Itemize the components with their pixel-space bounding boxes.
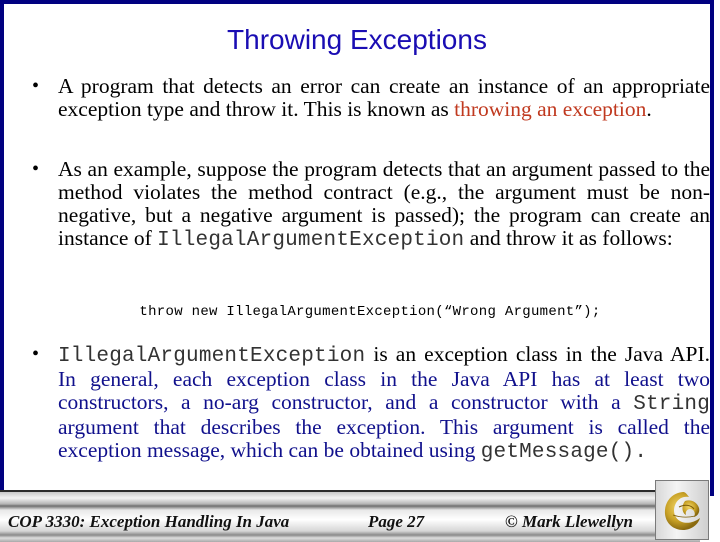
logo-box (655, 480, 709, 540)
bullet-example: • As an example, suppose the program det… (32, 158, 710, 253)
bullet-dot: • (32, 158, 40, 180)
footer-author: © Mark Llewellyn (505, 512, 633, 531)
slide-title: Throwing Exceptions (227, 24, 487, 55)
code-get-message: getMessage(). (480, 441, 648, 464)
code-class-name: IllegalArgumentException (157, 229, 465, 252)
bullet-dot: • (32, 75, 40, 97)
footer-page-number: Page 27 (368, 512, 425, 531)
term-throwing-an-exception: throwing an exception (454, 97, 647, 121)
ucf-pegasus-logo-icon (664, 492, 700, 530)
bullet-throwing-definition: • A program that detects an error can cr… (32, 75, 710, 121)
slide: Throwing Exceptions • A program that det… (0, 0, 720, 542)
code-example: throw new IllegalArgumentException(“Wron… (139, 304, 601, 320)
bullet-text: and throw it as follows: (464, 226, 673, 250)
bullet-dot: • (32, 343, 40, 365)
code-class-name: IllegalArgumentException (58, 345, 366, 368)
bullet-text: . (646, 97, 652, 121)
code-string-type: String (633, 393, 710, 416)
bullet-text-highlight: In general, each exception class in the … (58, 367, 710, 414)
footer-bar: COP 3330: Exception Handling In Java Pag… (0, 490, 700, 542)
bullet-text: is an exception class in the Java API. (365, 342, 710, 366)
bullet-exception-class: • IllegalArgumentException is an excepti… (32, 342, 710, 465)
footer-course: COP 3330: Exception Handling In Java (8, 512, 290, 531)
